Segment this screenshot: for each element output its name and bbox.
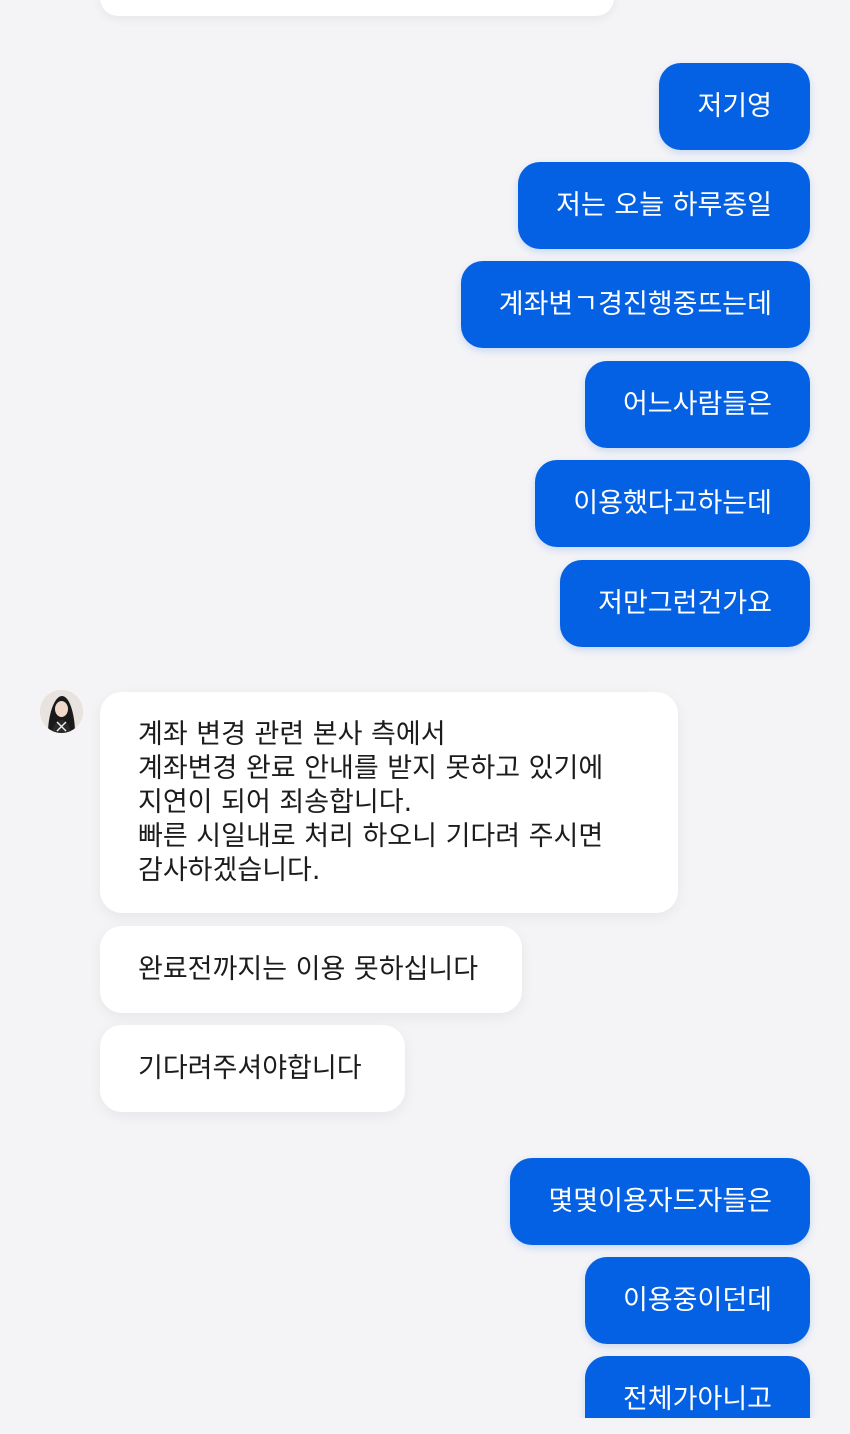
outgoing-message[interactable]: 저기영	[659, 63, 810, 150]
outgoing-message[interactable]: 이용했다고하는데	[535, 460, 810, 547]
message-text: 어느사람들은	[622, 388, 772, 420]
avatar-image	[40, 690, 83, 733]
outgoing-message[interactable]: 전체가아니고	[584, 1356, 810, 1418]
message-text: 이용했다고하는데	[573, 487, 772, 519]
message-text: 완료전까지는 이용 못하십니다	[138, 953, 479, 985]
message-line: 감사하겠습니다.	[138, 855, 321, 886]
outgoing-message[interactable]: 이용중이던데	[584, 1257, 810, 1344]
message-text: 기다려주셔야합니다	[138, 1052, 362, 1084]
message-text: 저만그런건가요	[598, 587, 772, 619]
message-text: 저기영	[697, 90, 772, 122]
message-text: 전체가아니고	[622, 1383, 772, 1415]
bottom-edge	[0, 1418, 850, 1434]
message-line: 계좌 변경 관련 본사 측에서	[138, 719, 446, 750]
outgoing-message[interactable]: 저만그런건가요	[560, 560, 810, 647]
message-line: 지연이 되어 죄송합니다.	[138, 787, 413, 818]
message-text: 계좌변ㄱ경진행중뜨는데	[498, 288, 772, 320]
outgoing-message[interactable]: 몇몇이용자드자들은	[510, 1158, 810, 1245]
outgoing-message[interactable]: 저는 오늘 하루종일	[518, 162, 810, 249]
message-line: 빠른 시일내로 처리 하오니 기다려 주시면	[138, 821, 604, 852]
incoming-message[interactable]: 계좌 변경 관련 본사 측에서 계좌변경 완료 안내를 받지 못하고 있기에 지…	[100, 692, 678, 913]
previous-message-bubble	[100, 0, 614, 16]
message-text: 몇몇이용자드자들은	[548, 1185, 772, 1217]
incoming-message[interactable]: 기다려주셔야합니다	[100, 1025, 405, 1112]
message-text: 저는 오늘 하루종일	[556, 189, 772, 221]
chat-thread[interactable]: 저기영 저는 오늘 하루종일 계좌변ㄱ경진행중뜨는데 어느사람들은 이용했다고하…	[0, 0, 850, 1418]
outgoing-message[interactable]: 어느사람들은	[584, 361, 810, 448]
user-avatar-icon[interactable]	[40, 690, 83, 733]
incoming-message[interactable]: 완료전까지는 이용 못하십니다	[100, 926, 522, 1013]
message-text: 이용중이던데	[622, 1284, 772, 1316]
message-line: 계좌변경 완료 안내를 받지 못하고 있기에	[138, 753, 604, 784]
outgoing-message[interactable]: 계좌변ㄱ경진행중뜨는데	[460, 261, 810, 348]
